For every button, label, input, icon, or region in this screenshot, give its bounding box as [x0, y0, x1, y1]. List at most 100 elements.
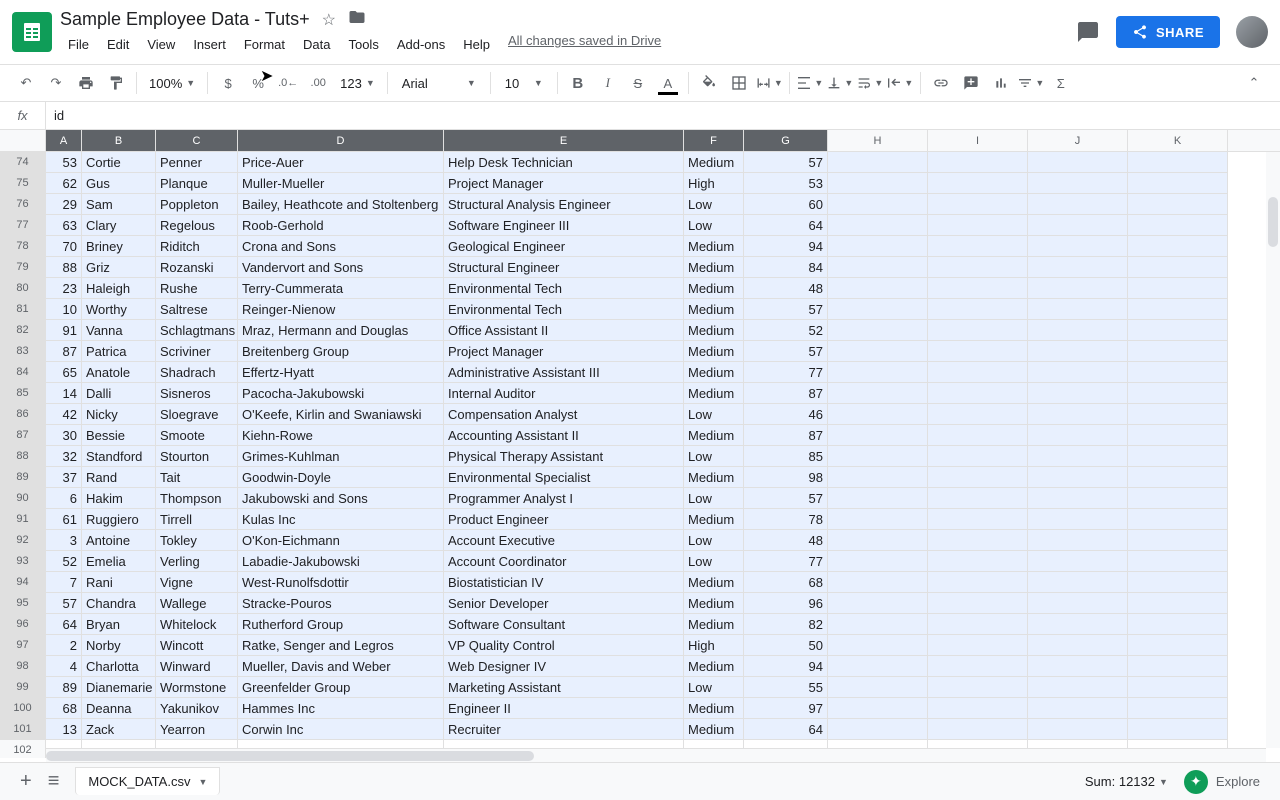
cell[interactable]	[928, 173, 1028, 194]
cell[interactable]: 87	[744, 425, 828, 446]
cell[interactable]	[1028, 320, 1128, 341]
cell[interactable]	[928, 320, 1028, 341]
row-header[interactable]: 74	[0, 152, 46, 173]
cell[interactable]: Structural Analysis Engineer	[444, 194, 684, 215]
menu-edit[interactable]: Edit	[99, 33, 137, 56]
cell[interactable]: 82	[744, 614, 828, 635]
cell[interactable]: 52	[46, 551, 82, 572]
cell[interactable]: Roob-Gerhold	[238, 215, 444, 236]
horizontal-align-button[interactable]: ▼	[796, 69, 824, 97]
cell[interactable]: Medium	[684, 299, 744, 320]
row-header[interactable]: 97	[0, 635, 46, 656]
cell[interactable]	[828, 614, 928, 635]
cell[interactable]: 85	[744, 446, 828, 467]
cell[interactable]: 77	[744, 362, 828, 383]
table-row[interactable]: 7453CortiePennerPrice-AuerHelp Desk Tech…	[0, 152, 1280, 173]
cell[interactable]: Product Engineer	[444, 509, 684, 530]
cell[interactable]: Medium	[684, 614, 744, 635]
filter-button[interactable]: ▼	[1017, 69, 1045, 97]
row-header[interactable]: 83	[0, 341, 46, 362]
table-row[interactable]: 8465AnatoleShadrachEffertz-HyattAdminist…	[0, 362, 1280, 383]
cell[interactable]: Nicky	[82, 404, 156, 425]
cell[interactable]	[1128, 278, 1228, 299]
cell[interactable]: Medium	[684, 362, 744, 383]
cell[interactable]: 62	[46, 173, 82, 194]
cell[interactable]	[1028, 698, 1128, 719]
cell[interactable]: Engineer II	[444, 698, 684, 719]
cell[interactable]	[1028, 173, 1128, 194]
cell[interactable]	[1028, 677, 1128, 698]
table-row[interactable]: 7870BrineyRiditchCrona and SonsGeologica…	[0, 236, 1280, 257]
cell[interactable]: Tait	[156, 467, 238, 488]
explore-button[interactable]: ✦ Explore	[1184, 770, 1260, 794]
cell[interactable]: 29	[46, 194, 82, 215]
row-header[interactable]: 77	[0, 215, 46, 236]
cell[interactable]: Accounting Assistant II	[444, 425, 684, 446]
cell[interactable]: O'Keefe, Kirlin and Swaniawski	[238, 404, 444, 425]
cell[interactable]	[928, 551, 1028, 572]
cell[interactable]: Sloegrave	[156, 404, 238, 425]
row-header[interactable]: 85	[0, 383, 46, 404]
cell[interactable]	[1028, 530, 1128, 551]
cell[interactable]: Rutherford Group	[238, 614, 444, 635]
cell[interactable]: 88	[46, 257, 82, 278]
cell[interactable]	[928, 698, 1028, 719]
select-all-corner[interactable]	[0, 130, 46, 151]
cell[interactable]	[828, 404, 928, 425]
paint-format-button[interactable]	[102, 69, 130, 97]
cell[interactable]	[1028, 509, 1128, 530]
cell[interactable]: Marketing Assistant	[444, 677, 684, 698]
cell[interactable]: Environmental Specialist	[444, 467, 684, 488]
cell[interactable]: Anatole	[82, 362, 156, 383]
cell[interactable]	[1128, 467, 1228, 488]
table-row[interactable]: 7629SamPoppletonBailey, Heathcote and St…	[0, 194, 1280, 215]
cell[interactable]: Internal Auditor	[444, 383, 684, 404]
cell[interactable]	[828, 698, 928, 719]
column-header-K[interactable]: K	[1128, 130, 1228, 151]
table-row[interactable]: 9557ChandraWallegeStracke-PourosSenior D…	[0, 593, 1280, 614]
cell[interactable]: Wallege	[156, 593, 238, 614]
cell[interactable]: Rushe	[156, 278, 238, 299]
cell[interactable]: Low	[684, 530, 744, 551]
insert-chart-button[interactable]	[987, 69, 1015, 97]
cell[interactable]	[1028, 593, 1128, 614]
cell[interactable]	[928, 257, 1028, 278]
cell[interactable]: Ruggiero	[82, 509, 156, 530]
cell[interactable]	[1128, 677, 1228, 698]
cell[interactable]: Dalli	[82, 383, 156, 404]
cell[interactable]: Scriviner	[156, 341, 238, 362]
table-row[interactable]: 8387PatricaScrivinerBreitenberg GroupPro…	[0, 341, 1280, 362]
cell[interactable]: 53	[46, 152, 82, 173]
italic-button[interactable]: I	[594, 69, 622, 97]
user-avatar[interactable]	[1236, 16, 1268, 48]
cell[interactable]	[1128, 572, 1228, 593]
cell[interactable]: 94	[744, 656, 828, 677]
cell[interactable]	[1128, 614, 1228, 635]
cell[interactable]: Office Assistant II	[444, 320, 684, 341]
cell[interactable]: Charlotta	[82, 656, 156, 677]
cell[interactable]	[828, 362, 928, 383]
cell[interactable]	[1028, 467, 1128, 488]
cell[interactable]: Low	[684, 488, 744, 509]
table-row[interactable]: 8110WorthySaltreseReinger-NienowEnvironm…	[0, 299, 1280, 320]
table-row[interactable]: 947RaniVigneWest-RunolfsdottirBiostatist…	[0, 572, 1280, 593]
cell[interactable]: Project Manager	[444, 341, 684, 362]
cell[interactable]	[1028, 257, 1128, 278]
cell[interactable]	[828, 530, 928, 551]
cell[interactable]: Price-Auer	[238, 152, 444, 173]
cell[interactable]: Terry-Cummerata	[238, 278, 444, 299]
cell[interactable]: 57	[744, 299, 828, 320]
cell[interactable]	[1128, 257, 1228, 278]
cell[interactable]: 6	[46, 488, 82, 509]
column-header-F[interactable]: F	[684, 130, 744, 151]
cell[interactable]: Medium	[684, 593, 744, 614]
row-header[interactable]: 82	[0, 320, 46, 341]
row-header[interactable]: 99	[0, 677, 46, 698]
cell[interactable]: Medium	[684, 383, 744, 404]
folder-icon[interactable]	[348, 8, 366, 31]
cell[interactable]: High	[684, 173, 744, 194]
cell[interactable]: 64	[744, 215, 828, 236]
row-header[interactable]: 84	[0, 362, 46, 383]
cell[interactable]: Poppleton	[156, 194, 238, 215]
cell[interactable]	[1128, 446, 1228, 467]
